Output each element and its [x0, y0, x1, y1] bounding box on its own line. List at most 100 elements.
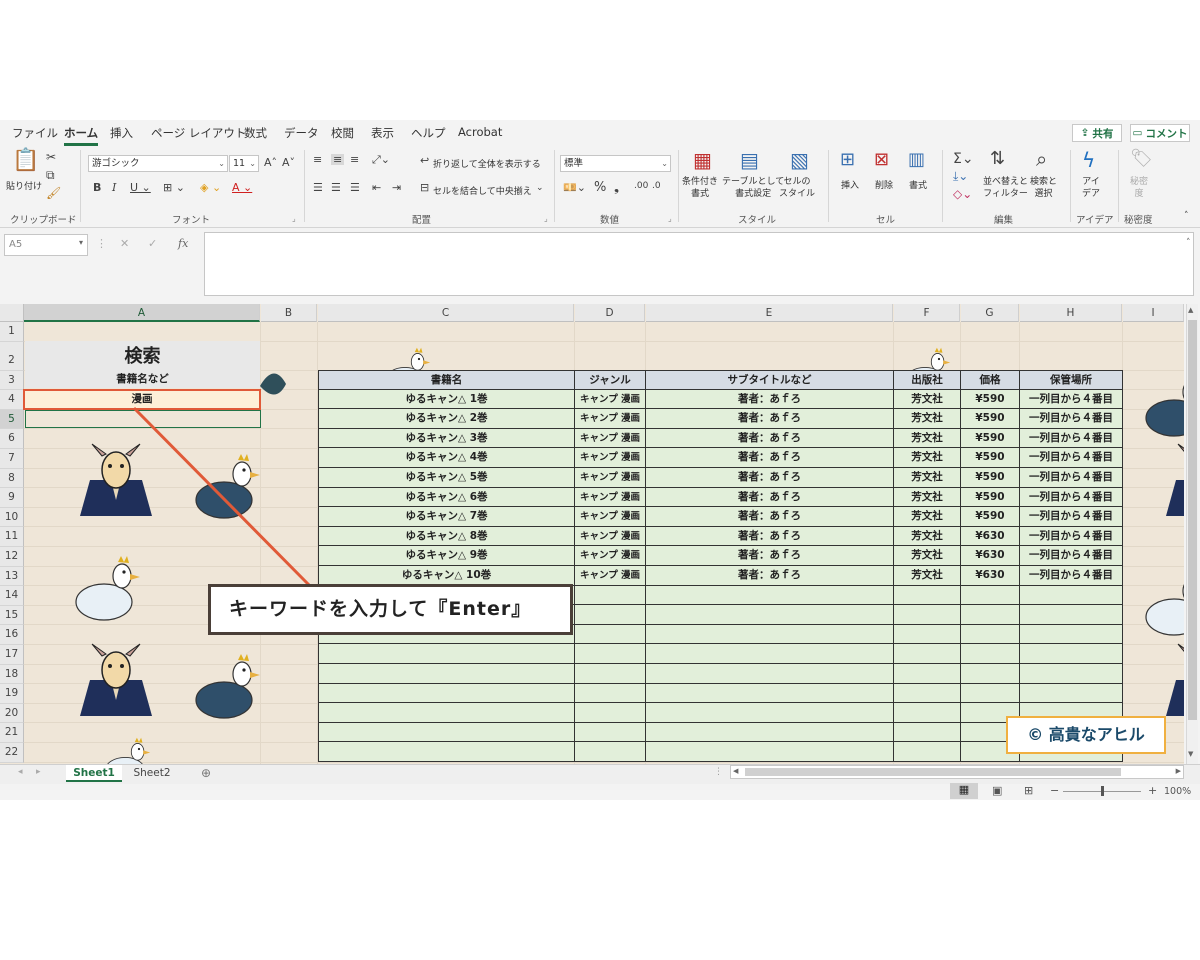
table-cell[interactable]: 芳文社 — [894, 566, 961, 586]
table-cell[interactable] — [894, 644, 961, 664]
increase-decimal-icon[interactable]: .00 — [634, 182, 648, 191]
table-cell[interactable] — [575, 703, 646, 723]
table-cell[interactable] — [894, 585, 961, 606]
table-cell[interactable]: ¥630 — [961, 526, 1020, 547]
table-cell[interactable] — [318, 722, 575, 743]
cell-styles-button[interactable]: セルの スタイル — [779, 176, 815, 200]
row-header-5[interactable]: 5 — [0, 409, 24, 430]
table-cell[interactable]: 一列目から４番目 — [1020, 409, 1123, 429]
row-header-21[interactable]: 21 — [0, 723, 24, 743]
table-cell[interactable] — [646, 722, 894, 743]
table-cell[interactable]: 著者：あｆろ — [646, 428, 894, 449]
table-cell[interactable] — [894, 605, 961, 625]
row-header-1[interactable]: 1 — [0, 322, 24, 342]
next-sheet-icon[interactable]: ▸ — [36, 767, 41, 777]
zoom-out-icon[interactable]: − — [1050, 784, 1059, 797]
comma-icon[interactable]: ❟ — [614, 181, 619, 194]
table-cell[interactable] — [575, 644, 646, 664]
column-header-d[interactable]: D — [575, 304, 645, 322]
table-cell[interactable]: キャンプ 漫画 — [575, 389, 646, 410]
align-bottom-icon[interactable]: ≡ — [350, 154, 359, 165]
table-cell[interactable]: 著者：あｆろ — [646, 487, 894, 508]
row-header-16[interactable]: 16 — [0, 625, 24, 645]
row-header-2[interactable]: 2 — [0, 341, 24, 371]
table-cell[interactable]: キャンプ 漫画 — [575, 409, 646, 429]
find-select-button[interactable]: 検索と 選択 — [1030, 176, 1057, 200]
table-cell[interactable]: ¥590 — [961, 468, 1020, 488]
insert-cells-button[interactable]: 挿入 — [841, 178, 859, 191]
table-cell[interactable]: ¥590 — [961, 507, 1020, 527]
clipboard-launcher-icon[interactable]: ⌟ — [68, 214, 72, 223]
table-cell[interactable] — [318, 683, 575, 704]
table-cell[interactable]: 著者：あｆろ — [646, 526, 894, 547]
table-cell[interactable]: ¥590 — [961, 389, 1020, 410]
paste-button[interactable]: 貼り付け — [6, 179, 42, 192]
table-cell[interactable]: 芳文社 — [894, 389, 961, 410]
table-cell[interactable]: 著者：あｆろ — [646, 409, 894, 429]
tab-home[interactable]: ホーム — [64, 125, 99, 146]
table-cell[interactable]: 一列目から４番目 — [1020, 546, 1123, 566]
horizontal-scrollbar[interactable]: ◀ ▶ — [730, 765, 1184, 779]
table-cell[interactable] — [646, 664, 894, 684]
tab-insert[interactable]: 挿入 — [110, 125, 133, 141]
column-header-h[interactable]: H — [1020, 304, 1122, 322]
table-cell[interactable] — [575, 722, 646, 743]
cancel-icon[interactable]: ✕ — [120, 237, 129, 259]
normal-view-icon[interactable]: ▦ — [950, 783, 978, 799]
row-header-22[interactable]: 22 — [0, 743, 24, 763]
table-cell[interactable] — [318, 742, 575, 762]
increase-indent-icon[interactable]: ⇥ — [392, 182, 401, 193]
table-cell[interactable]: キャンプ 漫画 — [575, 507, 646, 527]
orientation-icon[interactable]: ⤢⌄ — [372, 154, 390, 165]
scroll-down-icon[interactable]: ▼ — [1188, 750, 1193, 758]
table-cell[interactable]: 芳文社 — [894, 526, 961, 547]
tab-page-layout[interactable]: ページ レイアウト — [151, 125, 246, 141]
sheet-tab-sheet1[interactable]: Sheet1 — [66, 765, 122, 782]
row-header-11[interactable]: 11 — [0, 527, 24, 547]
hscroll-thumb[interactable] — [745, 768, 1121, 776]
table-cell[interactable] — [575, 605, 646, 625]
share-button[interactable]: ⇪ 共有 — [1072, 124, 1122, 142]
comment-button[interactable]: ▭ コメント — [1130, 124, 1190, 142]
page-break-view-icon[interactable]: ⊞ — [1024, 784, 1033, 797]
zoom-in-icon[interactable]: + — [1148, 784, 1157, 797]
row-header-20[interactable]: 20 — [0, 703, 24, 724]
row-header-7[interactable]: 7 — [0, 449, 24, 469]
search-input-cell[interactable]: 漫画 — [23, 389, 261, 410]
table-cell[interactable]: 一列目から４番目 — [1020, 428, 1123, 449]
table-cell[interactable] — [894, 664, 961, 684]
tab-formulas[interactable]: 数式 — [244, 125, 267, 141]
table-cell[interactable] — [1020, 644, 1123, 664]
table-cell[interactable]: 一列目から４番目 — [1020, 448, 1123, 468]
table-cell[interactable]: ゆるキャン△ 4巻 — [318, 448, 575, 468]
clear-icon[interactable]: ◇⌄ — [953, 188, 972, 200]
tab-splitter-icon[interactable]: ⋮ — [714, 767, 723, 777]
prev-sheet-icon[interactable]: ◂ — [18, 767, 23, 777]
copy-icon[interactable]: ⧉ — [46, 169, 55, 181]
table-cell[interactable]: 芳文社 — [894, 468, 961, 488]
row-header-14[interactable]: 14 — [0, 586, 24, 606]
row-header-8[interactable]: 8 — [0, 468, 24, 489]
row-header-18[interactable]: 18 — [0, 664, 24, 685]
table-cell[interactable] — [894, 683, 961, 704]
table-cell[interactable]: ゆるキャン△ 3巻 — [318, 428, 575, 449]
table-cell[interactable] — [894, 624, 961, 645]
table-cell[interactable] — [646, 624, 894, 645]
decrease-decimal-icon[interactable]: .0 — [652, 182, 661, 191]
table-cell[interactable] — [1020, 585, 1123, 606]
paste-icon[interactable]: 📋 — [12, 150, 39, 172]
tab-view[interactable]: 表示 — [371, 125, 394, 141]
fill-color-icon[interactable]: ◈ ⌄ — [200, 182, 221, 193]
table-cell[interactable]: ¥590 — [961, 428, 1020, 449]
expand-formula-bar-icon[interactable]: ˄ — [1186, 238, 1191, 248]
column-header-g[interactable]: G — [961, 304, 1019, 322]
select-all-corner[interactable] — [0, 304, 24, 322]
fill-icon[interactable]: ⤓⌄ — [953, 170, 968, 182]
row-header-13[interactable]: 13 — [0, 566, 24, 587]
table-cell[interactable] — [646, 644, 894, 664]
scroll-right-icon[interactable]: ▶ — [1176, 767, 1181, 775]
chevron-down-icon[interactable]: ⌄ — [536, 184, 544, 193]
table-cell[interactable]: ゆるキャン△ 8巻 — [318, 526, 575, 547]
table-cell[interactable]: 芳文社 — [894, 428, 961, 449]
table-cell[interactable]: ゆるキャン△ 6巻 — [318, 487, 575, 508]
